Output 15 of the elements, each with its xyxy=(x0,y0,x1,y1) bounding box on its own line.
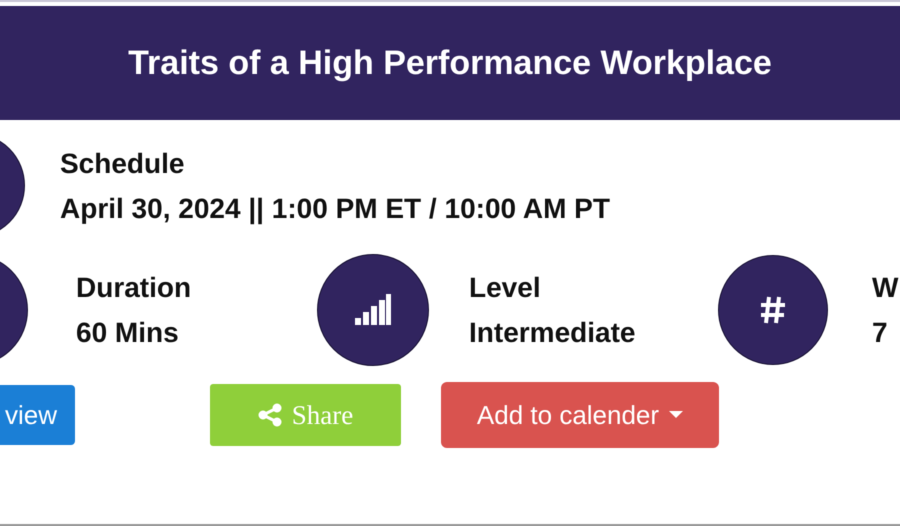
caret-icon xyxy=(669,411,684,419)
preview-button[interactable]: view xyxy=(0,385,75,445)
share-icon xyxy=(258,403,282,427)
calendar-dropdown-button[interactable]: Add to calender xyxy=(441,382,719,448)
schedule-value: April 30, 2024 || 1:00 PM ET / 10:00 AM PT xyxy=(60,192,610,226)
schedule-label: Schedule xyxy=(60,146,186,180)
detail-value: 60 Mins xyxy=(76,316,180,350)
course-title: Traits of a High Performance Workplace xyxy=(128,44,772,82)
detail-value: 7 xyxy=(872,316,889,350)
bars-icon xyxy=(354,294,392,326)
detail-label: Level xyxy=(469,271,542,305)
hash-icon xyxy=(760,296,786,324)
detail-label: Duration xyxy=(76,271,192,305)
detail-label: W xyxy=(872,271,898,305)
detail-value: Intermediate xyxy=(469,316,636,350)
